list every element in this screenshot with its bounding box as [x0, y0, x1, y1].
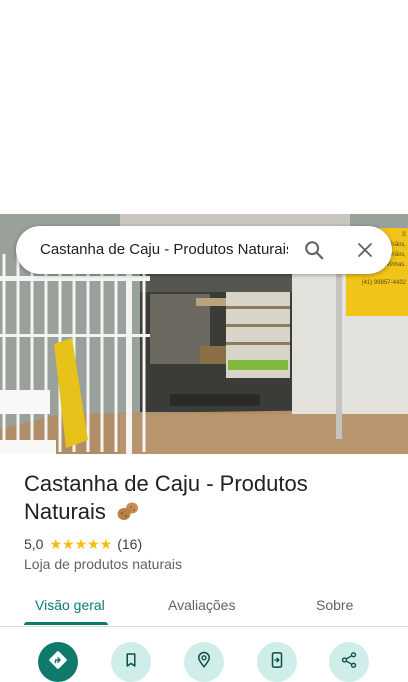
- review-count[interactable]: (16): [117, 536, 142, 552]
- directions-button[interactable]: [38, 642, 78, 682]
- tab-overview[interactable]: Visão geral: [35, 595, 105, 615]
- rating-value: 5,0: [24, 536, 44, 552]
- close-icon[interactable]: [350, 235, 380, 265]
- tab-reviews[interactable]: Avaliações: [168, 595, 235, 615]
- send-to-phone-icon: [268, 651, 286, 674]
- place-name: Castanha de Caju - Produtos Naturais: [24, 471, 308, 524]
- star-rating-icon: ★★★★★: [49, 535, 113, 552]
- tabs-divider: [0, 626, 408, 627]
- peanut-icon: [116, 500, 140, 529]
- place-title: Castanha de Caju - Produtos Naturais: [24, 470, 364, 529]
- directions-icon: [48, 650, 68, 675]
- nearby-icon: [195, 651, 213, 674]
- search-query[interactable]: Castanha de Caju - Produtos Naturais: [40, 226, 288, 274]
- search-icon[interactable]: [299, 235, 329, 265]
- tab-about[interactable]: Sobre: [316, 595, 353, 615]
- active-tab-indicator: [24, 622, 108, 625]
- nearby-button[interactable]: [184, 642, 224, 682]
- rating-row[interactable]: 5,0 ★★★★★ (16): [24, 535, 142, 553]
- place-category[interactable]: Loja de produtos naturais: [24, 556, 182, 572]
- save-button[interactable]: [111, 642, 151, 682]
- share-icon: [340, 651, 358, 674]
- share-button[interactable]: [329, 642, 369, 682]
- send-to-phone-button[interactable]: [257, 642, 297, 682]
- blank-area: [0, 0, 408, 214]
- bookmark-icon: [122, 651, 140, 674]
- photo-sign-line: (41) 99857-4432: [361, 280, 406, 286]
- search-bar[interactable]: Castanha de Caju - Produtos Naturais: [16, 226, 392, 274]
